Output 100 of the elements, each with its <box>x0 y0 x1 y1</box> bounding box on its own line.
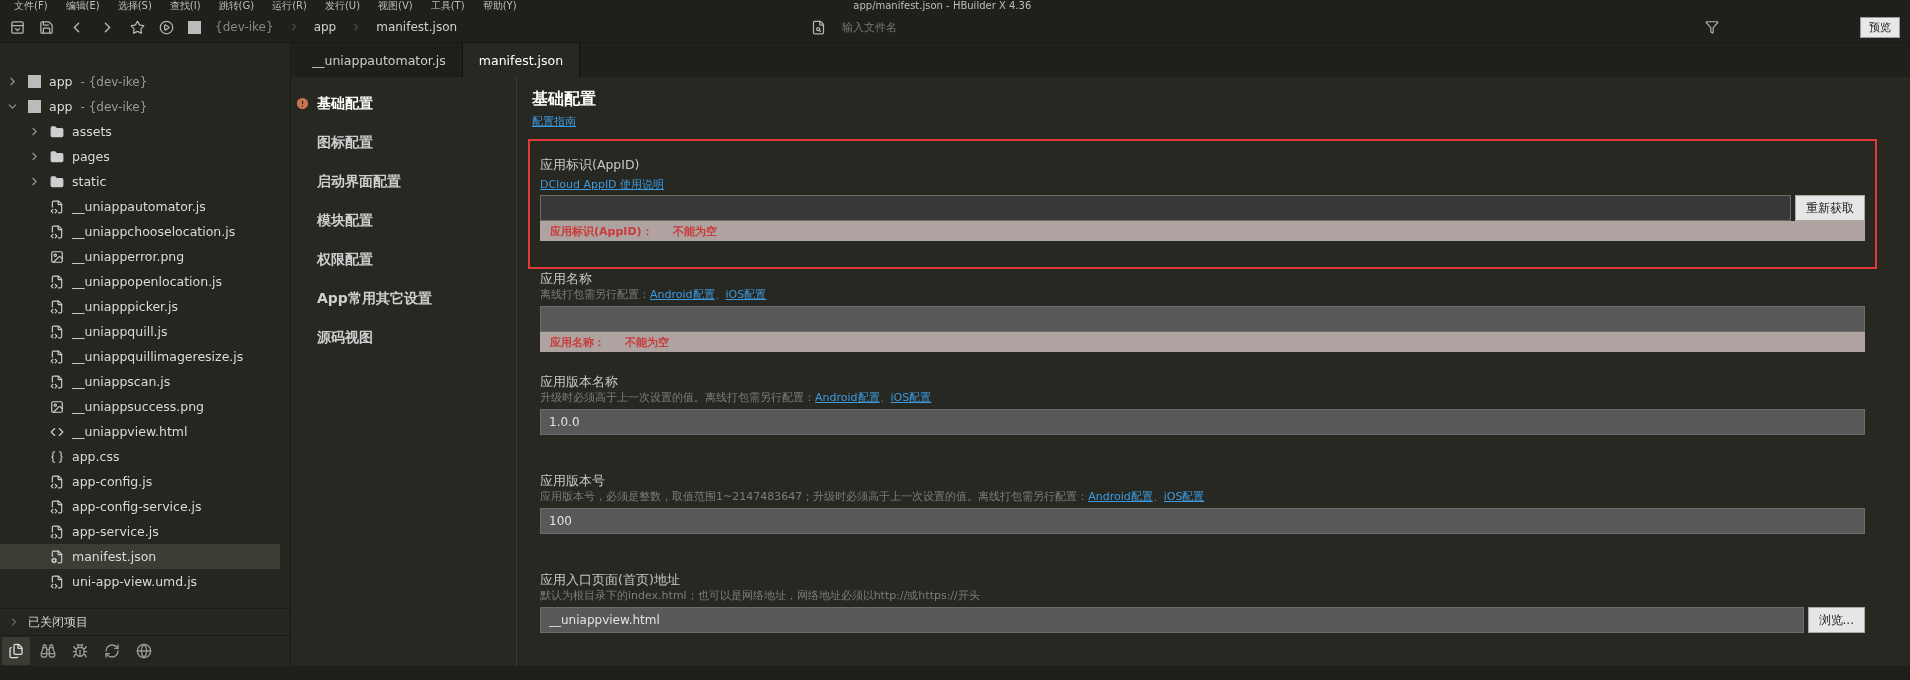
menu-item[interactable]: 运行(R) <box>272 0 307 12</box>
tree-item[interactable]: __uniappsuccess.png <box>0 394 280 419</box>
text-field[interactable] <box>540 195 1791 221</box>
file-name: __uniappsuccess.png <box>72 399 204 414</box>
file-name: pages <box>72 149 110 164</box>
tree-item[interactable]: __uniappquillimageresize.js <box>0 344 280 369</box>
file-name: manifest.json <box>72 549 157 564</box>
field-hint: 应用版本号，必须是整数，取值范围1~2147483647；升级时必须高于上一次设置的值。离线打包需另行配置：Android配置、iOS配置 <box>540 489 1206 505</box>
breadcrumb-item[interactable]: app <box>313 20 337 34</box>
filter-icon[interactable] <box>1705 20 1720 34</box>
text-field[interactable]: 1.0.0 <box>540 409 1865 435</box>
error-message: 不能为空 <box>625 334 669 350</box>
file-name: __uniappautomator.js <box>72 199 206 214</box>
tree-item[interactable]: __uniappview.html <box>0 419 280 444</box>
file-name: assets <box>72 124 112 139</box>
field-button[interactable]: 重新获取 <box>1795 195 1865 221</box>
tree-item[interactable]: app.css <box>0 444 280 469</box>
menu-item[interactable]: 工具(T) <box>430 0 465 12</box>
text-field[interactable]: 100 <box>540 508 1865 534</box>
run-icon[interactable] <box>159 19 174 35</box>
tree-item[interactable]: __uniappchooselocation.js <box>0 219 280 244</box>
nav-item[interactable]: 图标配置 <box>291 130 516 155</box>
config-link[interactable]: Android配置 <box>1088 490 1153 503</box>
tree-item[interactable]: __uniapperror.png <box>0 244 280 269</box>
file-name: static <box>72 174 107 189</box>
nav-item[interactable]: App常用其它设置 <box>291 286 516 311</box>
project-name: app <box>49 99 73 114</box>
field-label: 应用入口页面(首页)地址 <box>540 572 681 588</box>
folder-icon <box>50 149 64 164</box>
config-link[interactable]: iOS配置 <box>725 288 767 301</box>
tree-item[interactable]: assets <box>0 119 280 144</box>
menu-item[interactable]: 选择(S) <box>117 0 152 12</box>
project-icon <box>28 75 41 88</box>
field-label: 应用版本名称 <box>540 374 619 390</box>
nav-item[interactable]: 源码视图 <box>291 325 516 350</box>
braces-icon <box>50 449 64 464</box>
field-hint: 离线打包需另行配置：Android配置、iOS配置 <box>540 287 768 303</box>
nav-item[interactable]: 模块配置 <box>291 208 516 233</box>
tree-item[interactable]: app-config.js <box>0 469 280 494</box>
tree-item[interactable]: static <box>0 169 280 194</box>
file-name: __uniappscan.js <box>72 374 171 389</box>
field-label: 应用名称 <box>540 271 593 287</box>
config-link[interactable]: Android配置 <box>650 288 715 301</box>
files-icon[interactable] <box>2 637 30 665</box>
editor-tab[interactable]: manifest.json <box>462 43 581 77</box>
section-title: 基础配置 <box>532 89 597 110</box>
project-row[interactable]: app - {dev-ike} <box>0 69 280 94</box>
config-link[interactable]: iOS配置 <box>1163 490 1205 503</box>
tree-item[interactable]: manifest.json <box>0 544 280 569</box>
menu-item[interactable]: 发行(U) <box>324 0 361 12</box>
text-field[interactable]: __uniappview.html <box>540 607 1804 633</box>
error-label: 应用标识(AppID)： <box>550 223 653 239</box>
nav-item[interactable]: 启动界面配置 <box>291 169 516 194</box>
file-icon <box>50 349 64 364</box>
menu-item[interactable]: 帮助(Y) <box>482 0 517 12</box>
field-hint: 默认为根目录下的index.html；也可以是网络地址，网络地址必须以http://或https://开头 <box>540 588 981 604</box>
tree-item[interactable]: __uniappautomator.js <box>0 194 280 219</box>
file-name: __uniappview.html <box>72 424 188 439</box>
warning-icon <box>295 96 310 111</box>
help-link[interactable]: DCloud AppID 使用说明 <box>540 178 665 191</box>
save-icon[interactable] <box>39 19 54 35</box>
file-name: __uniappquill.js <box>72 324 168 339</box>
settings-file-icon <box>50 549 64 564</box>
tree-item[interactable]: pages <box>0 144 280 169</box>
tree-item[interactable]: __uniapppicker.js <box>0 294 280 319</box>
file-name: app-config.js <box>72 474 153 489</box>
project-row[interactable]: app - {dev-ike} <box>0 94 280 119</box>
file-name: __uniapppicker.js <box>72 299 179 314</box>
project-icon <box>28 100 41 113</box>
image-icon <box>50 249 64 264</box>
text-field[interactable] <box>540 306 1865 332</box>
star-icon[interactable] <box>130 19 145 35</box>
file-name: __uniapperror.png <box>72 249 185 264</box>
menu-item[interactable]: 查找(I) <box>169 0 201 12</box>
menu-item[interactable]: 跳转(G) <box>218 0 255 12</box>
config-link[interactable]: iOS配置 <box>890 391 932 404</box>
breadcrumb-item[interactable]: manifest.json <box>376 20 458 34</box>
menu-item[interactable]: 视图(V) <box>378 0 413 12</box>
guide-link[interactable]: 配置指南 <box>532 115 576 128</box>
config-link[interactable]: Android配置 <box>815 391 880 404</box>
menu-item[interactable]: 编辑(E) <box>65 0 100 12</box>
tree-item[interactable]: __uniappscan.js <box>0 369 280 394</box>
error-message: 不能为空 <box>672 223 717 239</box>
nav-item[interactable]: 权限配置 <box>291 247 516 272</box>
tree-item[interactable]: __uniappquill.js <box>0 319 280 344</box>
tree-item[interactable]: app-service.js <box>0 519 280 544</box>
nav-item[interactable]: 基础配置 <box>291 91 516 116</box>
file-icon <box>50 524 64 539</box>
file-name: uni-app-view.umd.js <box>72 574 198 589</box>
tree-item[interactable]: __uniappopenlocation.js <box>0 269 280 294</box>
field-button[interactable]: 浏览... <box>1807 607 1865 633</box>
tree-item[interactable]: app-config-service.js <box>0 494 280 519</box>
menu-item[interactable]: 文件(F) <box>14 0 48 12</box>
tree-item[interactable]: uni-app-view.umd.js <box>0 569 280 594</box>
window-title: app/manifest.json - HBuilder X 4.36 <box>853 0 1032 12</box>
preview-button[interactable]: 预览 <box>1860 16 1900 38</box>
closed-projects-row[interactable]: 已关闭项目 <box>0 608 290 635</box>
file-name: app-config-service.js <box>72 499 202 514</box>
file-search-field[interactable]: 输入文件名 <box>840 19 1565 35</box>
breadcrumb-item[interactable]: {dev-ike} <box>215 20 274 34</box>
